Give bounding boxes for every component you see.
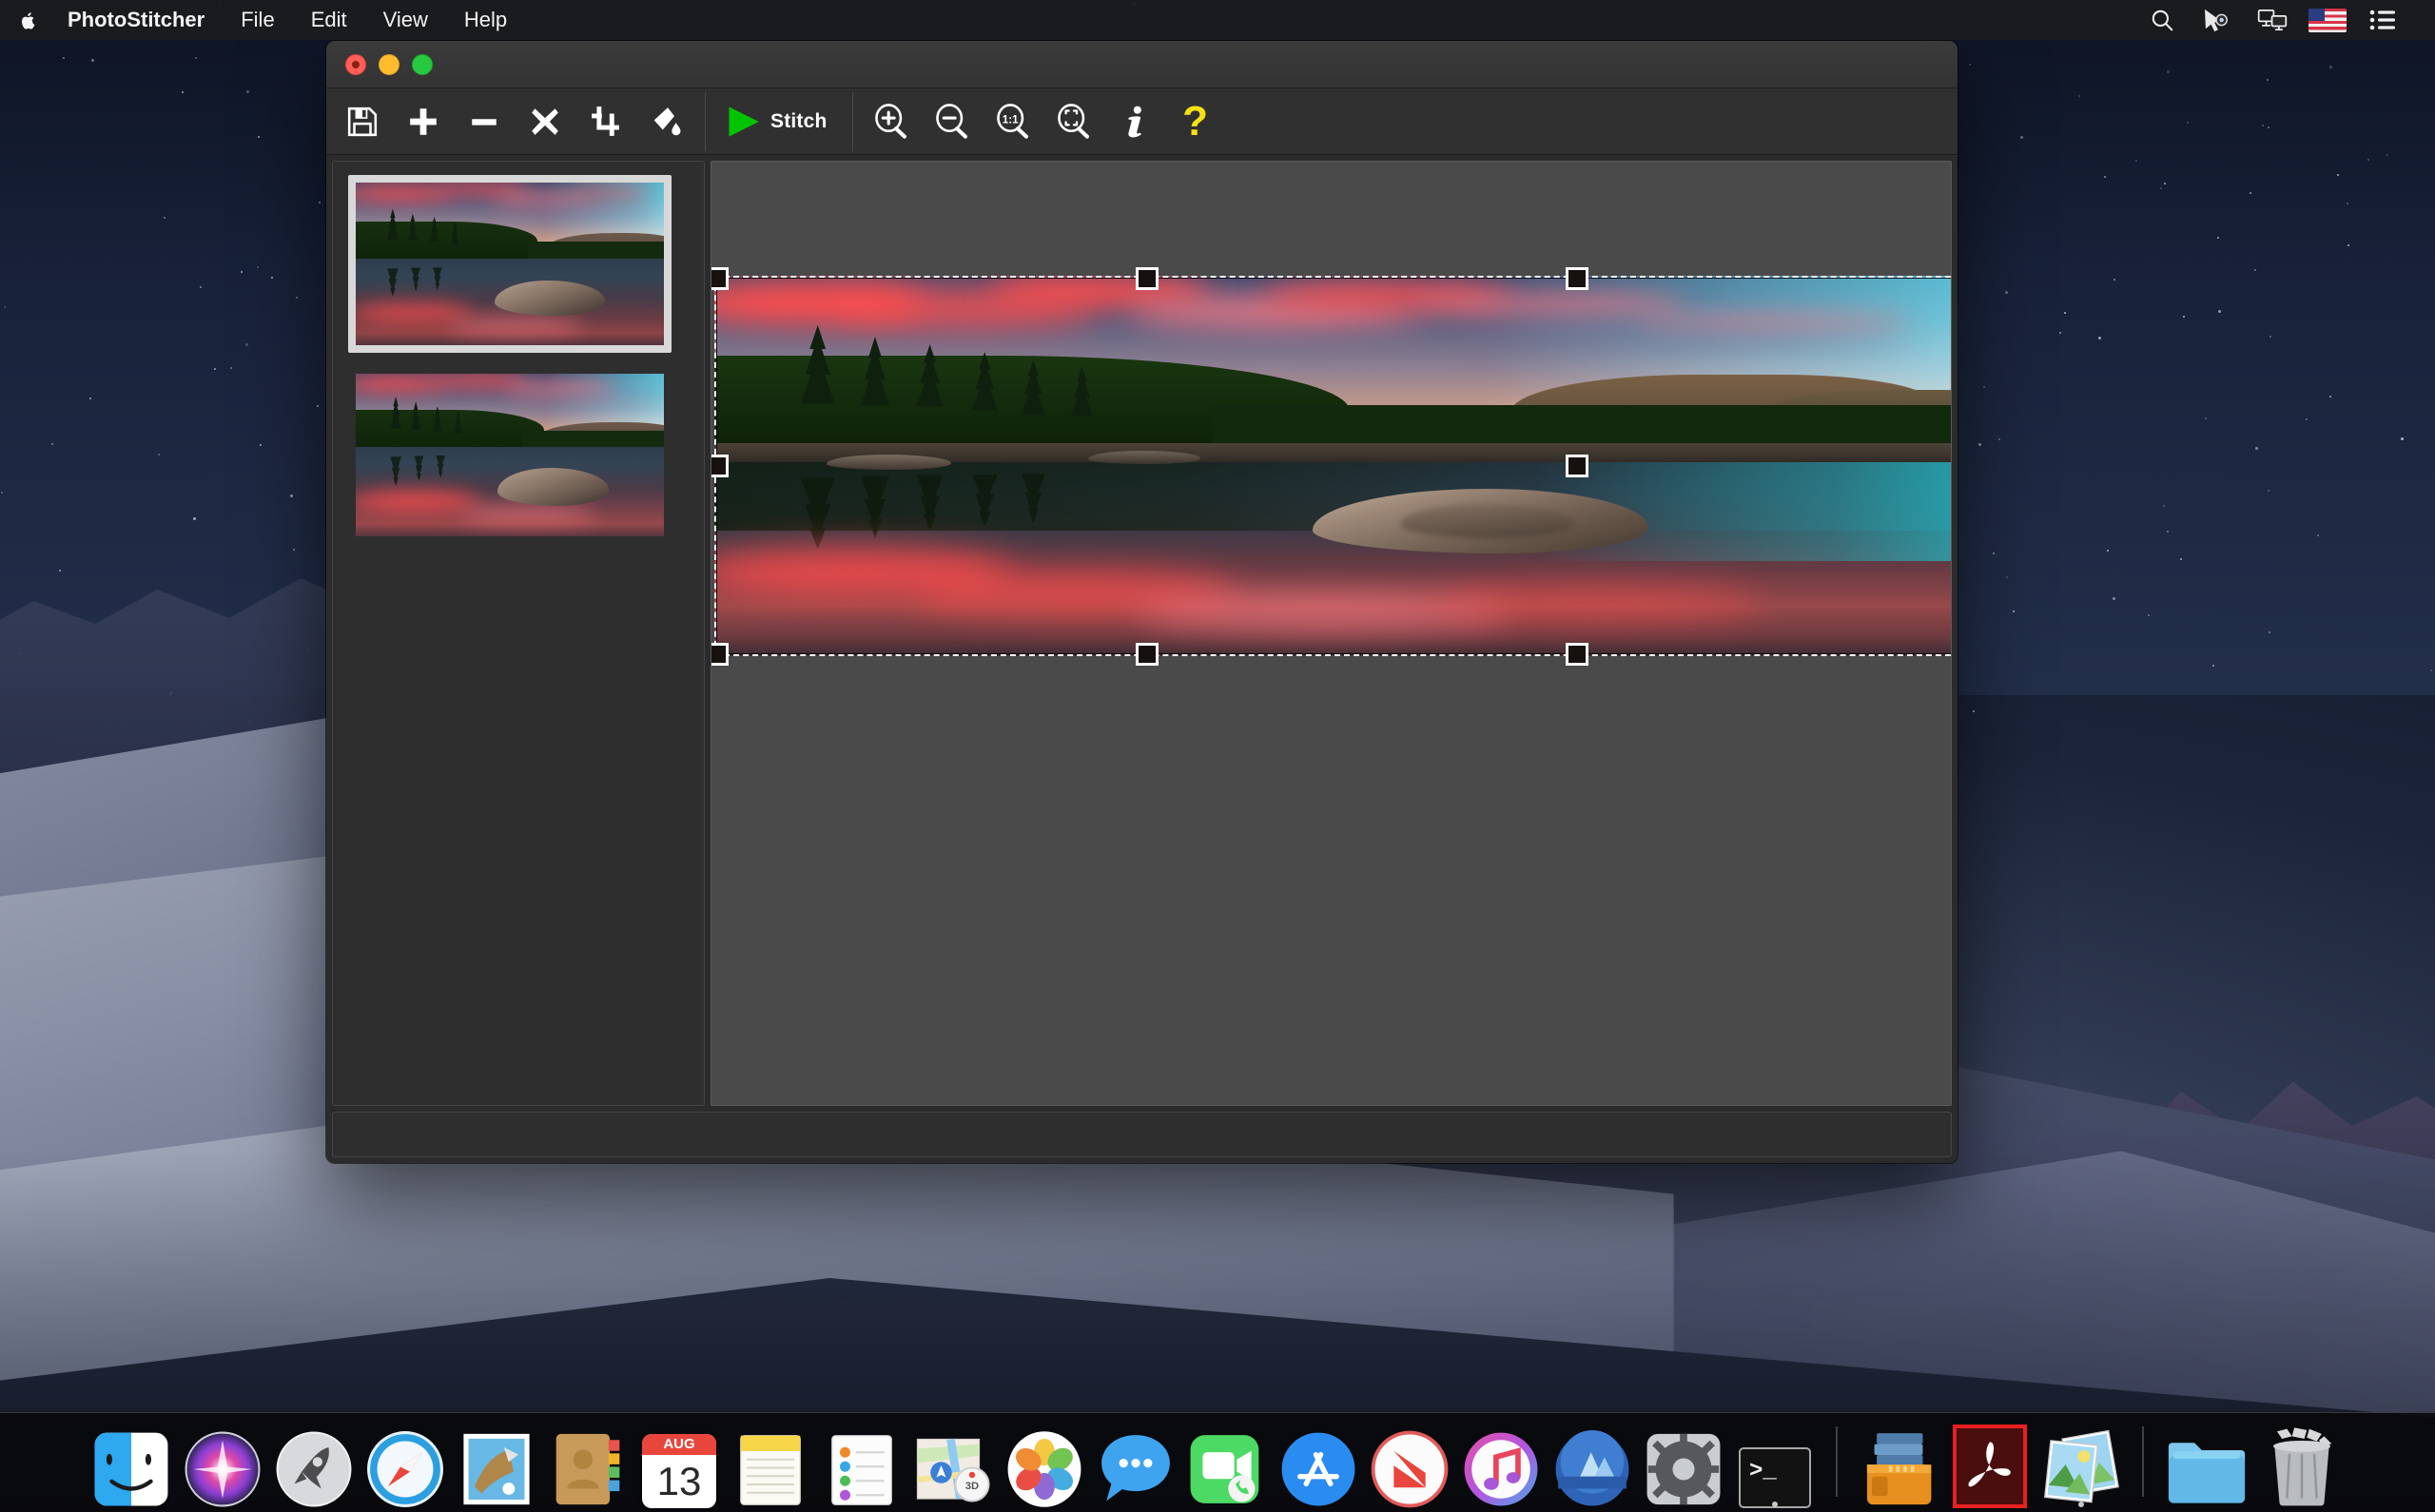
- selection-handle-top-right[interactable]: [1566, 267, 1588, 290]
- dock-item-notes[interactable]: [725, 1413, 816, 1508]
- selection-handle-bottom-right[interactable]: [1566, 643, 1588, 666]
- minimize-button[interactable]: [379, 54, 399, 75]
- control-center-list-icon[interactable]: [2355, 0, 2410, 40]
- thumbnail-item-1[interactable]: [348, 175, 672, 353]
- calendar-month-label: AUG: [642, 1434, 716, 1455]
- paint-bucket-fill-button[interactable]: [636, 92, 697, 151]
- dock-item-trash[interactable]: [2254, 1413, 2349, 1508]
- menu-edit[interactable]: Edit: [293, 0, 365, 40]
- svg-text:1:1: 1:1: [1002, 113, 1018, 126]
- menu-file[interactable]: File: [223, 0, 292, 40]
- photostitcher-window: Stitch 1:1: [326, 41, 1958, 1163]
- dock-item-maps[interactable]: 3D: [907, 1413, 999, 1508]
- dock-item-itunes[interactable]: [1455, 1413, 1547, 1508]
- dock-item-archiver[interactable]: [1853, 1413, 1944, 1508]
- dock: AUG 13: [0, 1412, 2435, 1512]
- remove-image-button[interactable]: [454, 92, 515, 151]
- menu-bar-left: PhotoStitcher File Edit View Help: [0, 0, 525, 40]
- dock-item-system-preferences[interactable]: [1638, 1413, 1729, 1508]
- stitch-button-label: Stitch: [770, 110, 828, 133]
- dock-item-facetime[interactable]: [1181, 1413, 1273, 1508]
- canvas-panorama-image[interactable]: [714, 276, 1952, 656]
- selection-handle-middle-left[interactable]: [711, 455, 729, 477]
- window-status-bar: [332, 1112, 1952, 1157]
- dock-item-mail[interactable]: [451, 1413, 542, 1508]
- menu-bar: PhotoStitcher File Edit View Help: [0, 0, 2435, 40]
- toolbar: Stitch 1:1: [326, 88, 1958, 155]
- dock-running-indicator-photostitcher: [2078, 1502, 2084, 1507]
- calendar-day-label: 13: [642, 1455, 716, 1508]
- toolbar-divider-2: [852, 92, 853, 151]
- maximize-button[interactable]: [412, 54, 433, 75]
- thumbnail-image-1: [356, 183, 664, 345]
- dock-item-downloads-folder[interactable]: [2159, 1413, 2254, 1508]
- dock-item-photostitcher[interactable]: [2036, 1413, 2127, 1508]
- maps-3d-badge: 3D: [965, 1481, 979, 1492]
- us-flag-icon[interactable]: [2300, 0, 2355, 40]
- dock-item-calendar[interactable]: AUG 13: [633, 1413, 725, 1508]
- dock-item-appstore[interactable]: [1273, 1413, 1364, 1508]
- dock-item-reminders[interactable]: [816, 1413, 907, 1508]
- toolbar-divider-1: [705, 92, 706, 151]
- menu-bar-status-area: [2134, 0, 2435, 40]
- crop-button[interactable]: [575, 92, 636, 151]
- dock-item-terminal[interactable]: >_: [1729, 1413, 1821, 1508]
- zoom-1-to-1-icon[interactable]: 1:1: [983, 92, 1043, 151]
- selection-handle-bottom-center[interactable]: [1136, 643, 1159, 666]
- menu-view[interactable]: View: [365, 0, 446, 40]
- save-button[interactable]: [332, 92, 393, 151]
- search-icon[interactable]: [2134, 0, 2190, 40]
- dock-items-main: AUG 13: [86, 1413, 2349, 1508]
- add-image-button[interactable]: [393, 92, 454, 151]
- thumbnail-image-2: [356, 374, 664, 536]
- window-titlebar[interactable]: [326, 41, 1958, 88]
- selection-handle-top-center[interactable]: [1136, 267, 1159, 290]
- help-question-mark-icon[interactable]: ?: [1165, 92, 1226, 151]
- selection-handle-bottom-left[interactable]: [711, 643, 729, 666]
- apple-logo-icon[interactable]: [21, 4, 49, 36]
- menu-app-name[interactable]: PhotoStitcher: [49, 0, 223, 40]
- selection-handle-middle-right[interactable]: [1566, 455, 1588, 477]
- dock-item-messages[interactable]: [1090, 1413, 1181, 1508]
- dock-item-news[interactable]: [1364, 1413, 1455, 1508]
- image-list-panel[interactable]: [332, 161, 705, 1106]
- dock-item-photos[interactable]: [999, 1413, 1090, 1508]
- dock-item-contacts[interactable]: [542, 1413, 633, 1508]
- zoom-out-icon[interactable]: [922, 92, 983, 151]
- dock-item-safari[interactable]: [360, 1413, 451, 1508]
- clear-all-button[interactable]: [515, 92, 575, 151]
- terminal-prompt-glyph: >_: [1749, 1459, 1777, 1484]
- info-icon[interactable]: [1104, 92, 1165, 151]
- dock-separator-2: [2142, 1426, 2144, 1497]
- dock-item-finder[interactable]: [86, 1413, 177, 1508]
- dock-separator-1: [1836, 1426, 1838, 1497]
- selection-handle-top-left[interactable]: [711, 267, 729, 290]
- dock-item-launchpad[interactable]: [268, 1413, 360, 1508]
- work-area: [326, 155, 1958, 1106]
- stitch-canvas-panel[interactable]: [711, 161, 1952, 1106]
- dock-item-siri[interactable]: [177, 1413, 268, 1508]
- zoom-in-icon[interactable]: [861, 92, 922, 151]
- help-icon-glyph: ?: [1182, 101, 1208, 143]
- stitch-button[interactable]: Stitch: [713, 92, 845, 151]
- dock-item-mountain[interactable]: [1547, 1413, 1638, 1508]
- menu-help[interactable]: Help: [446, 0, 525, 40]
- display-icon[interactable]: [2245, 0, 2300, 40]
- thumbnail-item-2[interactable]: [348, 366, 672, 544]
- dock-item-acrobat[interactable]: [1944, 1413, 2036, 1508]
- zoom-fit-window-icon[interactable]: [1043, 92, 1104, 151]
- close-button[interactable]: [345, 54, 366, 75]
- siri-icon[interactable]: [2190, 0, 2245, 40]
- dock-running-indicator-terminal: [1772, 1502, 1778, 1507]
